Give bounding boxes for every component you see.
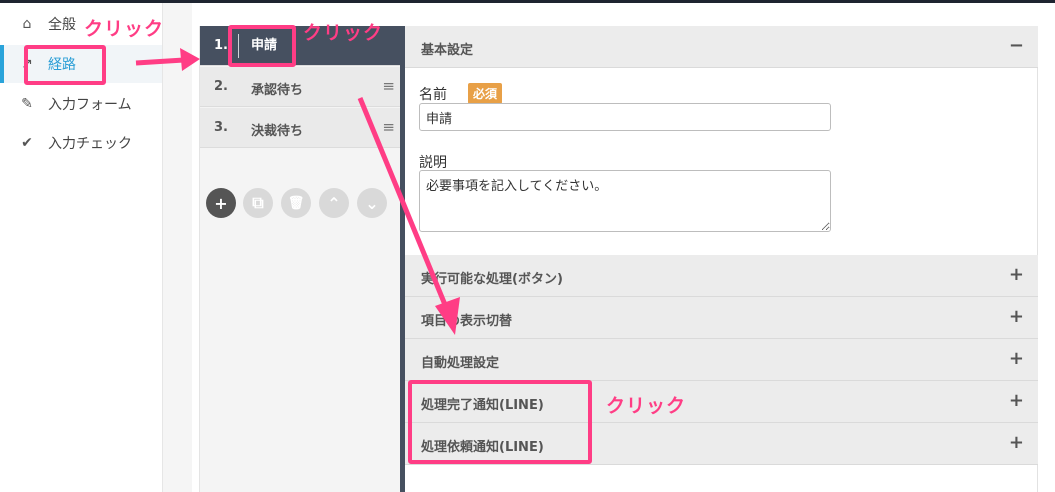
sidebar-item-input-form[interactable]: ✎ 入力フォーム xyxy=(0,85,162,123)
pencil-icon: ✎ xyxy=(21,96,33,112)
expand-icon[interactable]: + xyxy=(1009,390,1024,411)
required-badge: 必須 xyxy=(468,83,503,104)
step-list: 1. 申請 2. 承認待ち ≡ 3. 決裁待ち ≡ + ⧉ 🗑 ⌃ ⌄ xyxy=(199,26,401,492)
route-icon: ↗ xyxy=(21,56,33,72)
sidebar-item-label: 経路 xyxy=(48,57,76,73)
add-step-button[interactable]: + xyxy=(206,188,236,218)
step-item-2[interactable]: 2. 承認待ち ≡ xyxy=(200,67,401,107)
expand-icon[interactable]: + xyxy=(1009,348,1024,369)
drag-handle-icon[interactable]: ≡ xyxy=(382,118,395,136)
name-input[interactable] xyxy=(419,103,831,131)
section-auto-process[interactable]: 自動処理設定 + xyxy=(405,339,1038,381)
name-label: 名前 xyxy=(419,87,447,103)
home-icon: ⌂ xyxy=(22,16,32,32)
copy-step-button[interactable]: ⧉ xyxy=(243,188,273,218)
move-down-button[interactable]: ⌄ xyxy=(357,188,387,218)
step-name: 承認待ち xyxy=(251,83,304,98)
step-name: 決裁待ち xyxy=(251,124,304,139)
description-textarea[interactable]: 必要事項を記入してください。 xyxy=(419,170,831,232)
expand-icon[interactable]: + xyxy=(1009,264,1024,285)
click-callout-3: クリック xyxy=(606,395,687,417)
click-callout-2: クリック xyxy=(303,22,384,44)
section-title: 項目の表示切替 xyxy=(421,314,513,329)
copy-icon: ⧉ xyxy=(252,193,264,212)
chevron-down-icon: ⌄ xyxy=(365,193,379,213)
step-number: 2. xyxy=(214,79,228,94)
trash-icon: 🗑 xyxy=(287,195,305,211)
collapse-icon[interactable]: − xyxy=(1009,35,1024,56)
delete-step-button[interactable]: 🗑 xyxy=(281,188,311,218)
section-title: 処理完了通知(LINE) xyxy=(421,398,544,413)
expand-icon[interactable]: + xyxy=(1009,432,1024,453)
description-label: 説明 xyxy=(419,155,447,171)
sidebar-item-label: 全般 xyxy=(48,17,76,33)
step-number: 3. xyxy=(214,120,228,135)
section-display-toggle[interactable]: 項目の表示切替 + xyxy=(405,297,1038,339)
plus-icon: + xyxy=(214,193,228,213)
sidebar: ⌂ 全般 ↗ 経路 ✎ 入力フォーム ✔ 入力チェック xyxy=(0,3,162,492)
expand-icon[interactable]: + xyxy=(1009,306,1024,327)
step-number: 1. xyxy=(214,38,228,53)
step-name: 申請 xyxy=(238,34,277,58)
section-title: 処理依頼通知(LINE) xyxy=(421,440,544,455)
section-request-notify-line[interactable]: 処理依頼通知(LINE) + xyxy=(405,423,1038,465)
sidebar-item-input-check[interactable]: ✔ 入力チェック xyxy=(0,124,162,162)
chevron-up-icon: ⌃ xyxy=(327,193,341,213)
sidebar-item-route[interactable]: ↗ 経路 xyxy=(0,45,162,83)
sidebar-item-label: 入力フォーム xyxy=(48,97,132,113)
section-basic-settings[interactable]: 基本設定 − xyxy=(405,26,1038,68)
check-icon: ✔ xyxy=(21,135,33,151)
move-up-button[interactable]: ⌃ xyxy=(319,188,349,218)
content-gutter xyxy=(162,3,192,492)
section-complete-notify-line[interactable]: 処理完了通知(LINE) + xyxy=(405,381,1038,423)
click-callout-1: クリック xyxy=(84,18,165,40)
step-item-3[interactable]: 3. 決裁待ち ≡ xyxy=(200,108,401,148)
step-settings-pane: 基本設定 − 名前 必須 説明 必要事項を記入してください。 実行可能な処理(ボ… xyxy=(405,26,1038,492)
drag-handle-icon[interactable]: ≡ xyxy=(382,77,395,95)
sidebar-item-label: 入力チェック xyxy=(48,136,132,152)
section-title: 基本設定 xyxy=(421,43,474,58)
section-title: 自動処理設定 xyxy=(421,356,500,371)
section-actions[interactable]: 実行可能な処理(ボタン) + xyxy=(405,255,1038,297)
section-title: 実行可能な処理(ボタン) xyxy=(421,272,563,287)
